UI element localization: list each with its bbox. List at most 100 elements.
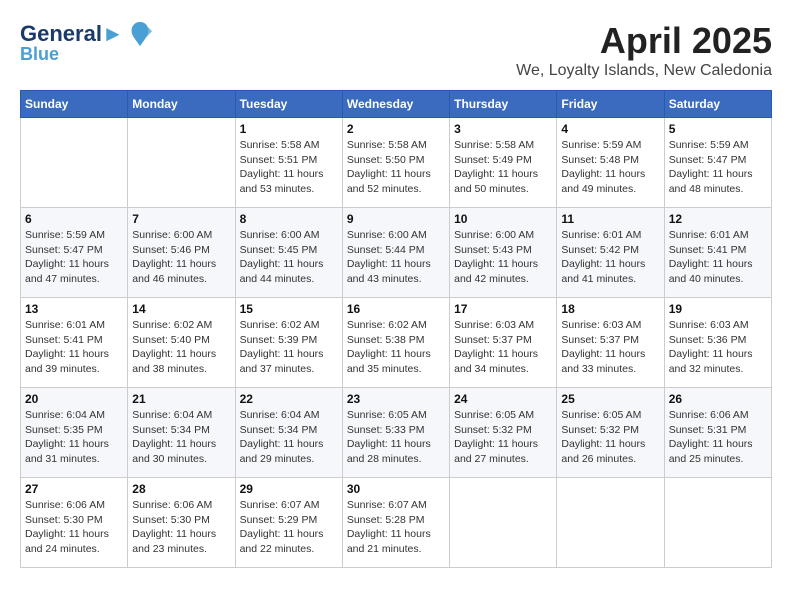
calendar-cell: 27Sunrise: 6:06 AM Sunset: 5:30 PM Dayli… bbox=[21, 478, 128, 568]
calendar-cell: 6 Sunrise: 5:59 AM Sunset: 5:47 PM Daylig… bbox=[21, 208, 128, 298]
calendar-week-3: 13 Sunrise: 6:01 AM Sunset: 5:41 PM Dayli… bbox=[21, 298, 772, 388]
day-info: Sunrise: 6:07 AM Sunset: 5:29 PM Dayligh… bbox=[240, 498, 338, 557]
day-number: 2 bbox=[347, 122, 445, 136]
day-info: Sunrise: 6:06 AM Sunset: 5:30 PM Dayligh… bbox=[132, 498, 230, 557]
day-number: 14 bbox=[132, 302, 230, 316]
day-number: 5 bbox=[669, 122, 767, 136]
calendar-week-4: 20 Sunrise: 6:04 AM Sunset: 5:35 PM Dayli… bbox=[21, 388, 772, 478]
day-info: Sunrise: 6:04 AM Sunset: 5:34 PM Dayligh… bbox=[240, 408, 338, 467]
day-number: 1 bbox=[240, 122, 338, 136]
weekday-header-friday: Friday bbox=[557, 91, 664, 118]
day-number: 25 bbox=[561, 392, 659, 406]
calendar-cell: 5 Sunrise: 5:59 AM Sunset: 5:47 PM Daylig… bbox=[664, 118, 771, 208]
calendar: SundayMondayTuesdayWednesdayThursdayFrid… bbox=[20, 90, 772, 568]
logo-text: General► bbox=[20, 22, 124, 46]
calendar-cell: 10 Sunrise: 6:00 AM Sunset: 5:43 PM Dayli… bbox=[450, 208, 557, 298]
day-info: Sunrise: 5:59 AM Sunset: 5:48 PM Dayligh… bbox=[561, 138, 659, 197]
calendar-cell bbox=[450, 478, 557, 568]
day-info: Sunrise: 6:02 AM Sunset: 5:38 PM Dayligh… bbox=[347, 318, 445, 377]
calendar-cell: 28 Sunrise: 6:06 AM Sunset: 5:30 PM Dayli… bbox=[128, 478, 235, 568]
day-info: Sunrise: 6:02 AM Sunset: 5:39 PM Dayligh… bbox=[240, 318, 338, 377]
day-info: Sunrise: 6:04 AM Sunset: 5:34 PM Dayligh… bbox=[132, 408, 230, 467]
day-number: 19 bbox=[669, 302, 767, 316]
day-number: 27 bbox=[25, 482, 123, 496]
day-info: Sunrise: 5:58 AM Sunset: 5:51 PM Dayligh… bbox=[240, 138, 338, 197]
day-info: Sunrise: 6:01 AM Sunset: 5:41 PM Dayligh… bbox=[25, 318, 123, 377]
calendar-cell: 21 Sunrise: 6:04 AM Sunset: 5:34 PM Dayli… bbox=[128, 388, 235, 478]
day-number: 22 bbox=[240, 392, 338, 406]
calendar-cell: 13 Sunrise: 6:01 AM Sunset: 5:41 PM Dayli… bbox=[21, 298, 128, 388]
calendar-cell: 12Sunrise: 6:01 AM Sunset: 5:41 PM Dayli… bbox=[664, 208, 771, 298]
day-info: Sunrise: 5:58 AM Sunset: 5:50 PM Dayligh… bbox=[347, 138, 445, 197]
day-number: 13 bbox=[25, 302, 123, 316]
calendar-cell: 3 Sunrise: 5:58 AM Sunset: 5:49 PM Daylig… bbox=[450, 118, 557, 208]
day-info: Sunrise: 6:00 AM Sunset: 5:44 PM Dayligh… bbox=[347, 228, 445, 287]
calendar-week-1: 1 Sunrise: 5:58 AM Sunset: 5:51 PM Daylig… bbox=[21, 118, 772, 208]
calendar-cell: 24Sunrise: 6:05 AM Sunset: 5:32 PM Dayli… bbox=[450, 388, 557, 478]
calendar-cell: 14Sunrise: 6:02 AM Sunset: 5:40 PM Dayli… bbox=[128, 298, 235, 388]
day-info: Sunrise: 6:05 AM Sunset: 5:32 PM Dayligh… bbox=[454, 408, 552, 467]
title-section: April 2025 We, Loyalty Islands, New Cale… bbox=[516, 20, 772, 80]
day-number: 18 bbox=[561, 302, 659, 316]
calendar-cell: 11Sunrise: 6:01 AM Sunset: 5:42 PM Dayli… bbox=[557, 208, 664, 298]
calendar-cell: 9Sunrise: 6:00 AM Sunset: 5:44 PM Daylig… bbox=[342, 208, 449, 298]
day-number: 29 bbox=[240, 482, 338, 496]
day-info: Sunrise: 6:05 AM Sunset: 5:33 PM Dayligh… bbox=[347, 408, 445, 467]
calendar-cell: 19 Sunrise: 6:03 AM Sunset: 5:36 PM Dayli… bbox=[664, 298, 771, 388]
day-number: 28 bbox=[132, 482, 230, 496]
weekday-header-tuesday: Tuesday bbox=[235, 91, 342, 118]
calendar-cell bbox=[21, 118, 128, 208]
calendar-cell bbox=[128, 118, 235, 208]
weekday-header-saturday: Saturday bbox=[664, 91, 771, 118]
day-number: 16 bbox=[347, 302, 445, 316]
day-number: 11 bbox=[561, 212, 659, 226]
calendar-cell: 18 Sunrise: 6:03 AM Sunset: 5:37 PM Dayli… bbox=[557, 298, 664, 388]
calendar-cell: 26 Sunrise: 6:06 AM Sunset: 5:31 PM Dayli… bbox=[664, 388, 771, 478]
weekday-header-wednesday: Wednesday bbox=[342, 91, 449, 118]
day-number: 17 bbox=[454, 302, 552, 316]
day-info: Sunrise: 6:00 AM Sunset: 5:45 PM Dayligh… bbox=[240, 228, 338, 287]
day-number: 15 bbox=[240, 302, 338, 316]
calendar-cell: 23 Sunrise: 6:05 AM Sunset: 5:33 PM Dayli… bbox=[342, 388, 449, 478]
day-number: 21 bbox=[132, 392, 230, 406]
day-number: 30 bbox=[347, 482, 445, 496]
day-number: 20 bbox=[25, 392, 123, 406]
calendar-cell: 8 Sunrise: 6:00 AM Sunset: 5:45 PM Daylig… bbox=[235, 208, 342, 298]
page-header: General► Blue April 2025 We, Loyalty Isl… bbox=[20, 20, 772, 80]
day-number: 12 bbox=[669, 212, 767, 226]
day-number: 7 bbox=[132, 212, 230, 226]
day-number: 4 bbox=[561, 122, 659, 136]
day-info: Sunrise: 6:03 AM Sunset: 5:37 PM Dayligh… bbox=[454, 318, 552, 377]
day-info: Sunrise: 6:03 AM Sunset: 5:37 PM Dayligh… bbox=[561, 318, 659, 377]
day-info: Sunrise: 6:07 AM Sunset: 5:28 PM Dayligh… bbox=[347, 498, 445, 557]
calendar-cell: 17 Sunrise: 6:03 AM Sunset: 5:37 PM Dayli… bbox=[450, 298, 557, 388]
day-number: 6 bbox=[25, 212, 123, 226]
calendar-week-2: 6 Sunrise: 5:59 AM Sunset: 5:47 PM Daylig… bbox=[21, 208, 772, 298]
logo-icon bbox=[126, 20, 154, 48]
day-info: Sunrise: 5:59 AM Sunset: 5:47 PM Dayligh… bbox=[669, 138, 767, 197]
day-info: Sunrise: 6:04 AM Sunset: 5:35 PM Dayligh… bbox=[25, 408, 123, 467]
day-number: 26 bbox=[669, 392, 767, 406]
day-number: 8 bbox=[240, 212, 338, 226]
location: We, Loyalty Islands, New Caledonia bbox=[516, 62, 772, 80]
day-info: Sunrise: 6:00 AM Sunset: 5:43 PM Dayligh… bbox=[454, 228, 552, 287]
day-number: 10 bbox=[454, 212, 552, 226]
day-info: Sunrise: 6:06 AM Sunset: 5:31 PM Dayligh… bbox=[669, 408, 767, 467]
day-number: 3 bbox=[454, 122, 552, 136]
calendar-cell: 1 Sunrise: 5:58 AM Sunset: 5:51 PM Daylig… bbox=[235, 118, 342, 208]
day-info: Sunrise: 6:05 AM Sunset: 5:32 PM Dayligh… bbox=[561, 408, 659, 467]
day-info: Sunrise: 5:58 AM Sunset: 5:49 PM Dayligh… bbox=[454, 138, 552, 197]
day-info: Sunrise: 5:59 AM Sunset: 5:47 PM Dayligh… bbox=[25, 228, 123, 287]
calendar-cell: 2 Sunrise: 5:58 AM Sunset: 5:50 PM Daylig… bbox=[342, 118, 449, 208]
weekday-header-thursday: Thursday bbox=[450, 91, 557, 118]
logo: General► Blue bbox=[20, 20, 154, 65]
weekday-header-monday: Monday bbox=[128, 91, 235, 118]
day-number: 23 bbox=[347, 392, 445, 406]
day-info: Sunrise: 6:00 AM Sunset: 5:46 PM Dayligh… bbox=[132, 228, 230, 287]
weekday-header-sunday: Sunday bbox=[21, 91, 128, 118]
month-year: April 2025 bbox=[516, 20, 772, 62]
calendar-cell: 30 Sunrise: 6:07 AM Sunset: 5:28 PM Dayli… bbox=[342, 478, 449, 568]
calendar-cell: 25 Sunrise: 6:05 AM Sunset: 5:32 PM Dayli… bbox=[557, 388, 664, 478]
day-info: Sunrise: 6:03 AM Sunset: 5:36 PM Dayligh… bbox=[669, 318, 767, 377]
calendar-cell: 29 Sunrise: 6:07 AM Sunset: 5:29 PM Dayli… bbox=[235, 478, 342, 568]
